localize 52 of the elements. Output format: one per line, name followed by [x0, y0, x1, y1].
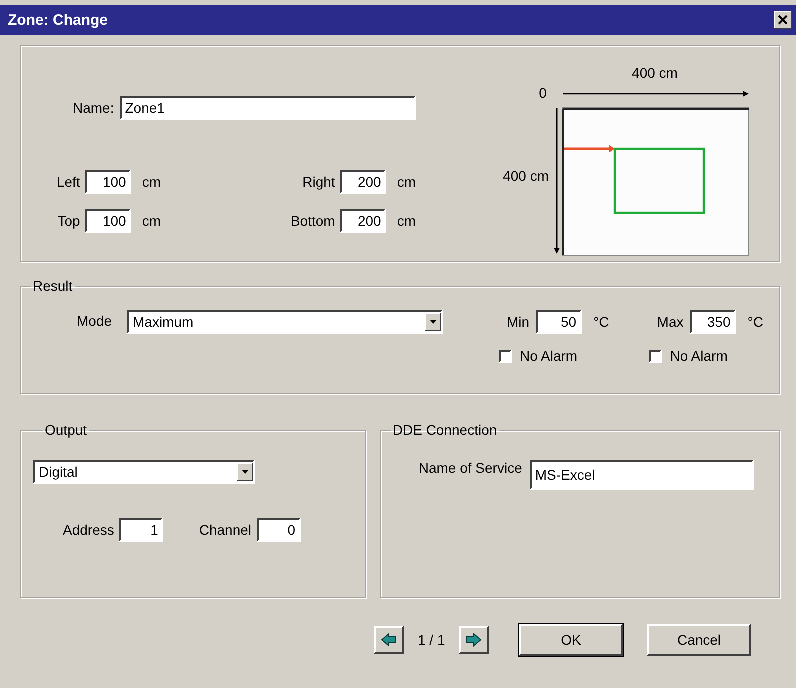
offset-arrow: [564, 145, 615, 153]
checkbox-label: No Alarm: [520, 348, 578, 364]
right-arrow-icon: [466, 633, 482, 647]
field-label: Mode: [77, 313, 114, 329]
cancel-button[interactable]: Cancel: [647, 624, 752, 656]
field-label: Top: [58, 213, 80, 229]
field-label: Max: [657, 314, 684, 330]
service-field[interactable]: MS-Excel: [530, 460, 754, 490]
unit-label: cm: [142, 174, 161, 190]
caret-icon: [430, 320, 436, 324]
number-field[interactable]: 200: [340, 209, 386, 233]
name-field[interactable]: Zone1: [120, 96, 416, 120]
unit-label: °C: [594, 314, 610, 330]
close-icon: [778, 15, 788, 25]
number-field[interactable]: 100: [85, 170, 132, 194]
checkbox[interactable]: [499, 350, 512, 362]
ok-button[interactable]: OK: [519, 624, 624, 656]
mode-dropdown[interactable]: Maximum: [127, 310, 443, 334]
group-title: Result: [32, 278, 74, 294]
number-field[interactable]: 200: [340, 170, 386, 194]
left-arrow-icon: [381, 633, 397, 647]
output-dropdown[interactable]: Digital: [33, 460, 255, 484]
field-label: Name of Service: [418, 460, 522, 476]
checkbox-label: No Alarm: [670, 348, 728, 364]
next-button[interactable]: [459, 626, 490, 654]
number-field[interactable]: 0: [256, 518, 301, 542]
close-button[interactable]: [774, 11, 792, 29]
unit-label: cm: [397, 213, 416, 229]
field-label: Channel: [199, 522, 252, 538]
field-label: Right: [302, 174, 336, 190]
unit-label: °C: [748, 314, 764, 330]
axis-label: 400 cm: [503, 168, 549, 184]
field-label: Address: [63, 522, 114, 538]
checkbox[interactable]: [649, 350, 662, 362]
unit-label: cm: [397, 174, 416, 190]
unit-label: cm: [142, 213, 161, 229]
axis-label: 0: [539, 85, 547, 101]
field-label: Name:: [73, 100, 114, 116]
group-title: DDE Connection: [392, 422, 498, 438]
field-label: Bottom: [290, 213, 336, 229]
group-title: Output: [44, 422, 88, 438]
number-field[interactable]: 100: [85, 209, 132, 233]
number-field[interactable]: 50: [536, 310, 582, 334]
caret-icon: [242, 470, 248, 474]
field-label: Min: [507, 314, 530, 330]
page-indicator: 1 / 1: [418, 632, 446, 648]
field-label: Left: [56, 174, 80, 190]
axis-label: 400 cm: [632, 65, 678, 81]
number-field[interactable]: 1: [119, 518, 164, 542]
window-title: Zone: Change: [8, 12, 108, 28]
number-field[interactable]: 350: [690, 310, 736, 334]
previous-button[interactable]: [374, 626, 404, 654]
